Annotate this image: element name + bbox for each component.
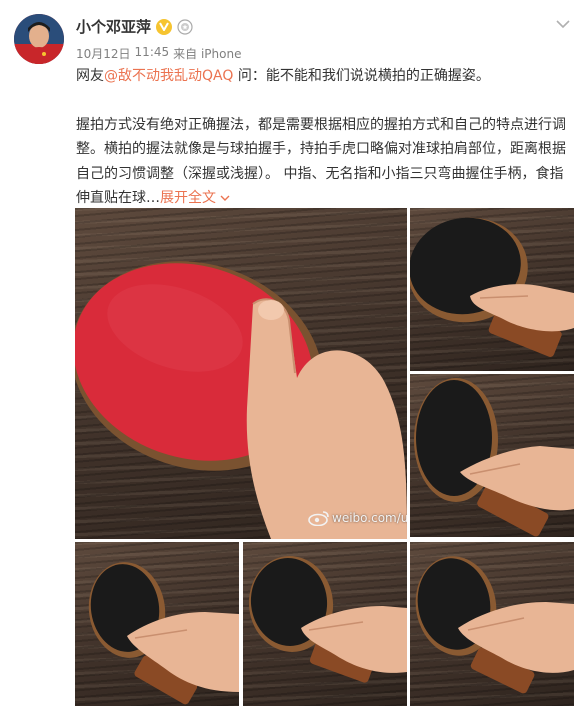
black-paddle-illustration — [414, 378, 574, 537]
weibo-post-card: 小个邓亚萍 10月12日 11:45 来自 iPhone 网友@敌不动我乱动QA… — [0, 0, 586, 719]
black-paddle-illustration — [88, 562, 239, 705]
photo-4[interactable] — [75, 542, 239, 706]
question-text: 问：能不能和我们说说横拍的正确握姿。 — [233, 68, 490, 84]
expand-label: 展开全文 — [160, 190, 216, 206]
author-name[interactable]: 小个邓亚萍 — [76, 16, 151, 37]
medal-icon[interactable] — [177, 18, 193, 35]
post-meta: 10月12日 11:45 来自 iPhone — [76, 45, 241, 62]
answer-text: 握拍方式没有绝对正确握法，都是需要根据相应的握拍方式和自己的特点进行调整。横拍的… — [76, 116, 566, 207]
red-paddle-illustration — [75, 261, 407, 539]
author-line: 小个邓亚萍 — [76, 16, 193, 37]
answer-paragraph: 握拍方式没有绝对正确握法，都是需要根据相应的握拍方式和自己的特点进行调整。横拍的… — [76, 113, 572, 211]
post-date[interactable]: 10月12日 — [76, 45, 131, 62]
black-paddle-illustration — [415, 556, 574, 694]
post-source: 来自 iPhone — [173, 47, 242, 61]
photo-6[interactable] — [410, 542, 574, 706]
expand-link[interactable]: 展开全文 — [160, 190, 230, 206]
post-time[interactable]: 11:45 — [135, 45, 170, 62]
watermark: weibo.com/u/538 — [308, 510, 407, 526]
question-prefix: 网友 — [76, 68, 104, 84]
weibo-logo-icon — [308, 511, 329, 526]
photo-5[interactable] — [243, 542, 407, 706]
post-text: 网友@敌不动我乱动QAQ 问：能不能和我们说说横拍的正确握姿。 握拍方式没有绝对… — [76, 64, 572, 211]
photo-1[interactable]: weibo.com/u/538 — [75, 208, 407, 539]
question-line: 网友@敌不动我乱动QAQ 问：能不能和我们说说横拍的正确握姿。 — [76, 64, 572, 89]
avatar[interactable] — [14, 14, 64, 64]
mention-link[interactable]: @敌不动我乱动QAQ — [104, 68, 233, 84]
photo-2[interactable] — [410, 208, 574, 371]
photo-3[interactable] — [410, 374, 574, 537]
chevron-down-icon — [220, 195, 230, 201]
verified-v-icon — [156, 18, 173, 35]
watermark-text: weibo.com/u/538 — [332, 511, 407, 525]
black-paddle-illustration — [410, 217, 574, 357]
black-paddle-illustration — [248, 556, 407, 683]
chevron-down-icon[interactable] — [556, 14, 570, 29]
